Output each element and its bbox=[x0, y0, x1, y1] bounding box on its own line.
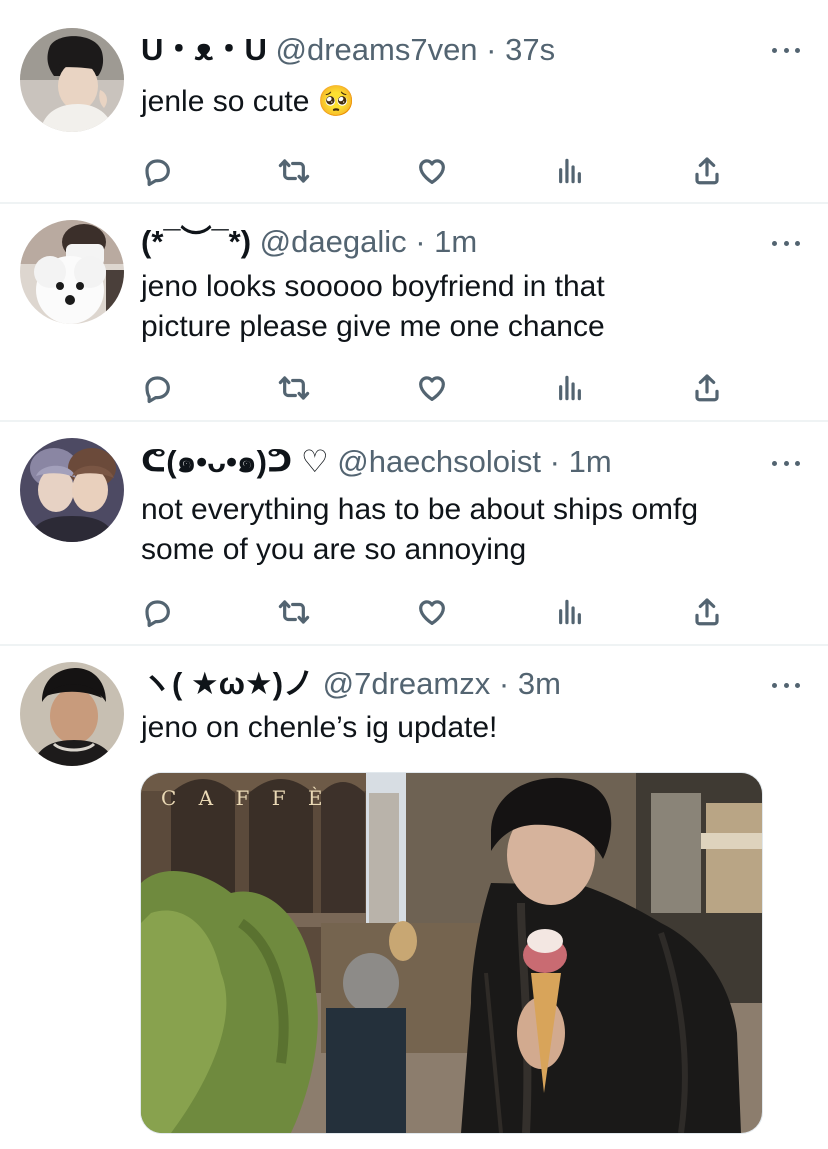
tweet-1[interactable]: U・ᴥ・U @dreams7ven · 37s jenle so cute 🥺 bbox=[0, 0, 828, 202]
retweet-icon[interactable] bbox=[274, 151, 314, 191]
reply-icon[interactable] bbox=[137, 151, 177, 191]
display-name[interactable]: ᕦ(๑•ᴗ•๑)ᕤ ♡ bbox=[141, 444, 329, 479]
separator-dot: · bbox=[498, 666, 510, 701]
handle[interactable]: @daegalic bbox=[260, 224, 407, 259]
retweet-icon[interactable] bbox=[274, 368, 314, 408]
views-icon[interactable] bbox=[550, 592, 590, 632]
tweet-header: (*¯︶¯*) @daegalic · 1m bbox=[141, 224, 477, 260]
views-icon[interactable] bbox=[550, 151, 590, 191]
tweet-actions bbox=[0, 592, 828, 632]
more-icon[interactable] bbox=[772, 45, 800, 55]
separator-dot: · bbox=[549, 444, 560, 479]
tweet-text: not everything has to be about ships omf… bbox=[141, 493, 699, 566]
handle[interactable]: @7dreamzx bbox=[323, 666, 491, 701]
more-icon[interactable] bbox=[772, 680, 800, 690]
handle[interactable]: @haechsoloist bbox=[337, 444, 541, 479]
timestamp[interactable]: 1m bbox=[569, 444, 612, 479]
share-icon[interactable] bbox=[687, 368, 727, 408]
tweet-actions bbox=[0, 151, 828, 191]
reply-icon[interactable] bbox=[137, 368, 177, 408]
avatar[interactable] bbox=[20, 220, 124, 324]
like-icon[interactable] bbox=[412, 592, 452, 632]
share-icon[interactable] bbox=[687, 592, 727, 632]
views-icon[interactable] bbox=[550, 368, 590, 408]
more-icon[interactable] bbox=[772, 458, 800, 468]
more-icon[interactable] bbox=[772, 238, 800, 248]
separator-dot: · bbox=[415, 224, 426, 259]
tweet-header: ヽ( ★ω★)ノ @7dreamzx · 3m bbox=[141, 666, 561, 702]
timestamp[interactable]: 1m bbox=[434, 224, 477, 259]
tweet-header: ᕦ(๑•ᴗ•๑)ᕤ ♡ @haechsoloist · 1m bbox=[141, 444, 612, 480]
timestamp[interactable]: 37s bbox=[505, 32, 555, 67]
display-name[interactable]: ヽ( ★ω★)ノ bbox=[141, 666, 314, 701]
like-icon[interactable] bbox=[412, 368, 452, 408]
display-name[interactable]: U・ᴥ・U bbox=[141, 32, 267, 67]
avatar[interactable] bbox=[20, 662, 124, 766]
tweet-3[interactable]: ᕦ(๑•ᴗ•๑)ᕤ ♡ @haechsoloist · 1m not every… bbox=[0, 422, 828, 644]
like-icon[interactable] bbox=[412, 151, 452, 191]
avatar[interactable] bbox=[20, 28, 124, 132]
tweet-actions bbox=[0, 368, 828, 408]
tweet-text: jenle so cute 🥺 bbox=[141, 85, 356, 118]
separator-dot: · bbox=[486, 32, 497, 67]
retweet-icon[interactable] bbox=[274, 592, 314, 632]
share-icon[interactable] bbox=[687, 151, 727, 191]
media-sign-text: C A F F È bbox=[161, 786, 331, 810]
timestamp[interactable]: 3m bbox=[518, 666, 561, 701]
reply-icon[interactable] bbox=[137, 592, 177, 632]
tweet-media-image[interactable]: C A F F È bbox=[140, 772, 763, 1134]
tweet-text: jeno looks sooooo boyfriend in that pict… bbox=[141, 270, 605, 343]
tweet-text: jeno on chenle’s ig update! bbox=[141, 711, 498, 744]
tweet-header: U・ᴥ・U @dreams7ven · 37s bbox=[141, 32, 555, 68]
display-name[interactable]: (*¯︶¯*) bbox=[141, 224, 251, 259]
tweet-2[interactable]: (*¯︶¯*) @daegalic · 1m jeno looks sooooo… bbox=[0, 204, 828, 420]
avatar[interactable] bbox=[20, 438, 124, 542]
handle[interactable]: @dreams7ven bbox=[275, 32, 477, 67]
